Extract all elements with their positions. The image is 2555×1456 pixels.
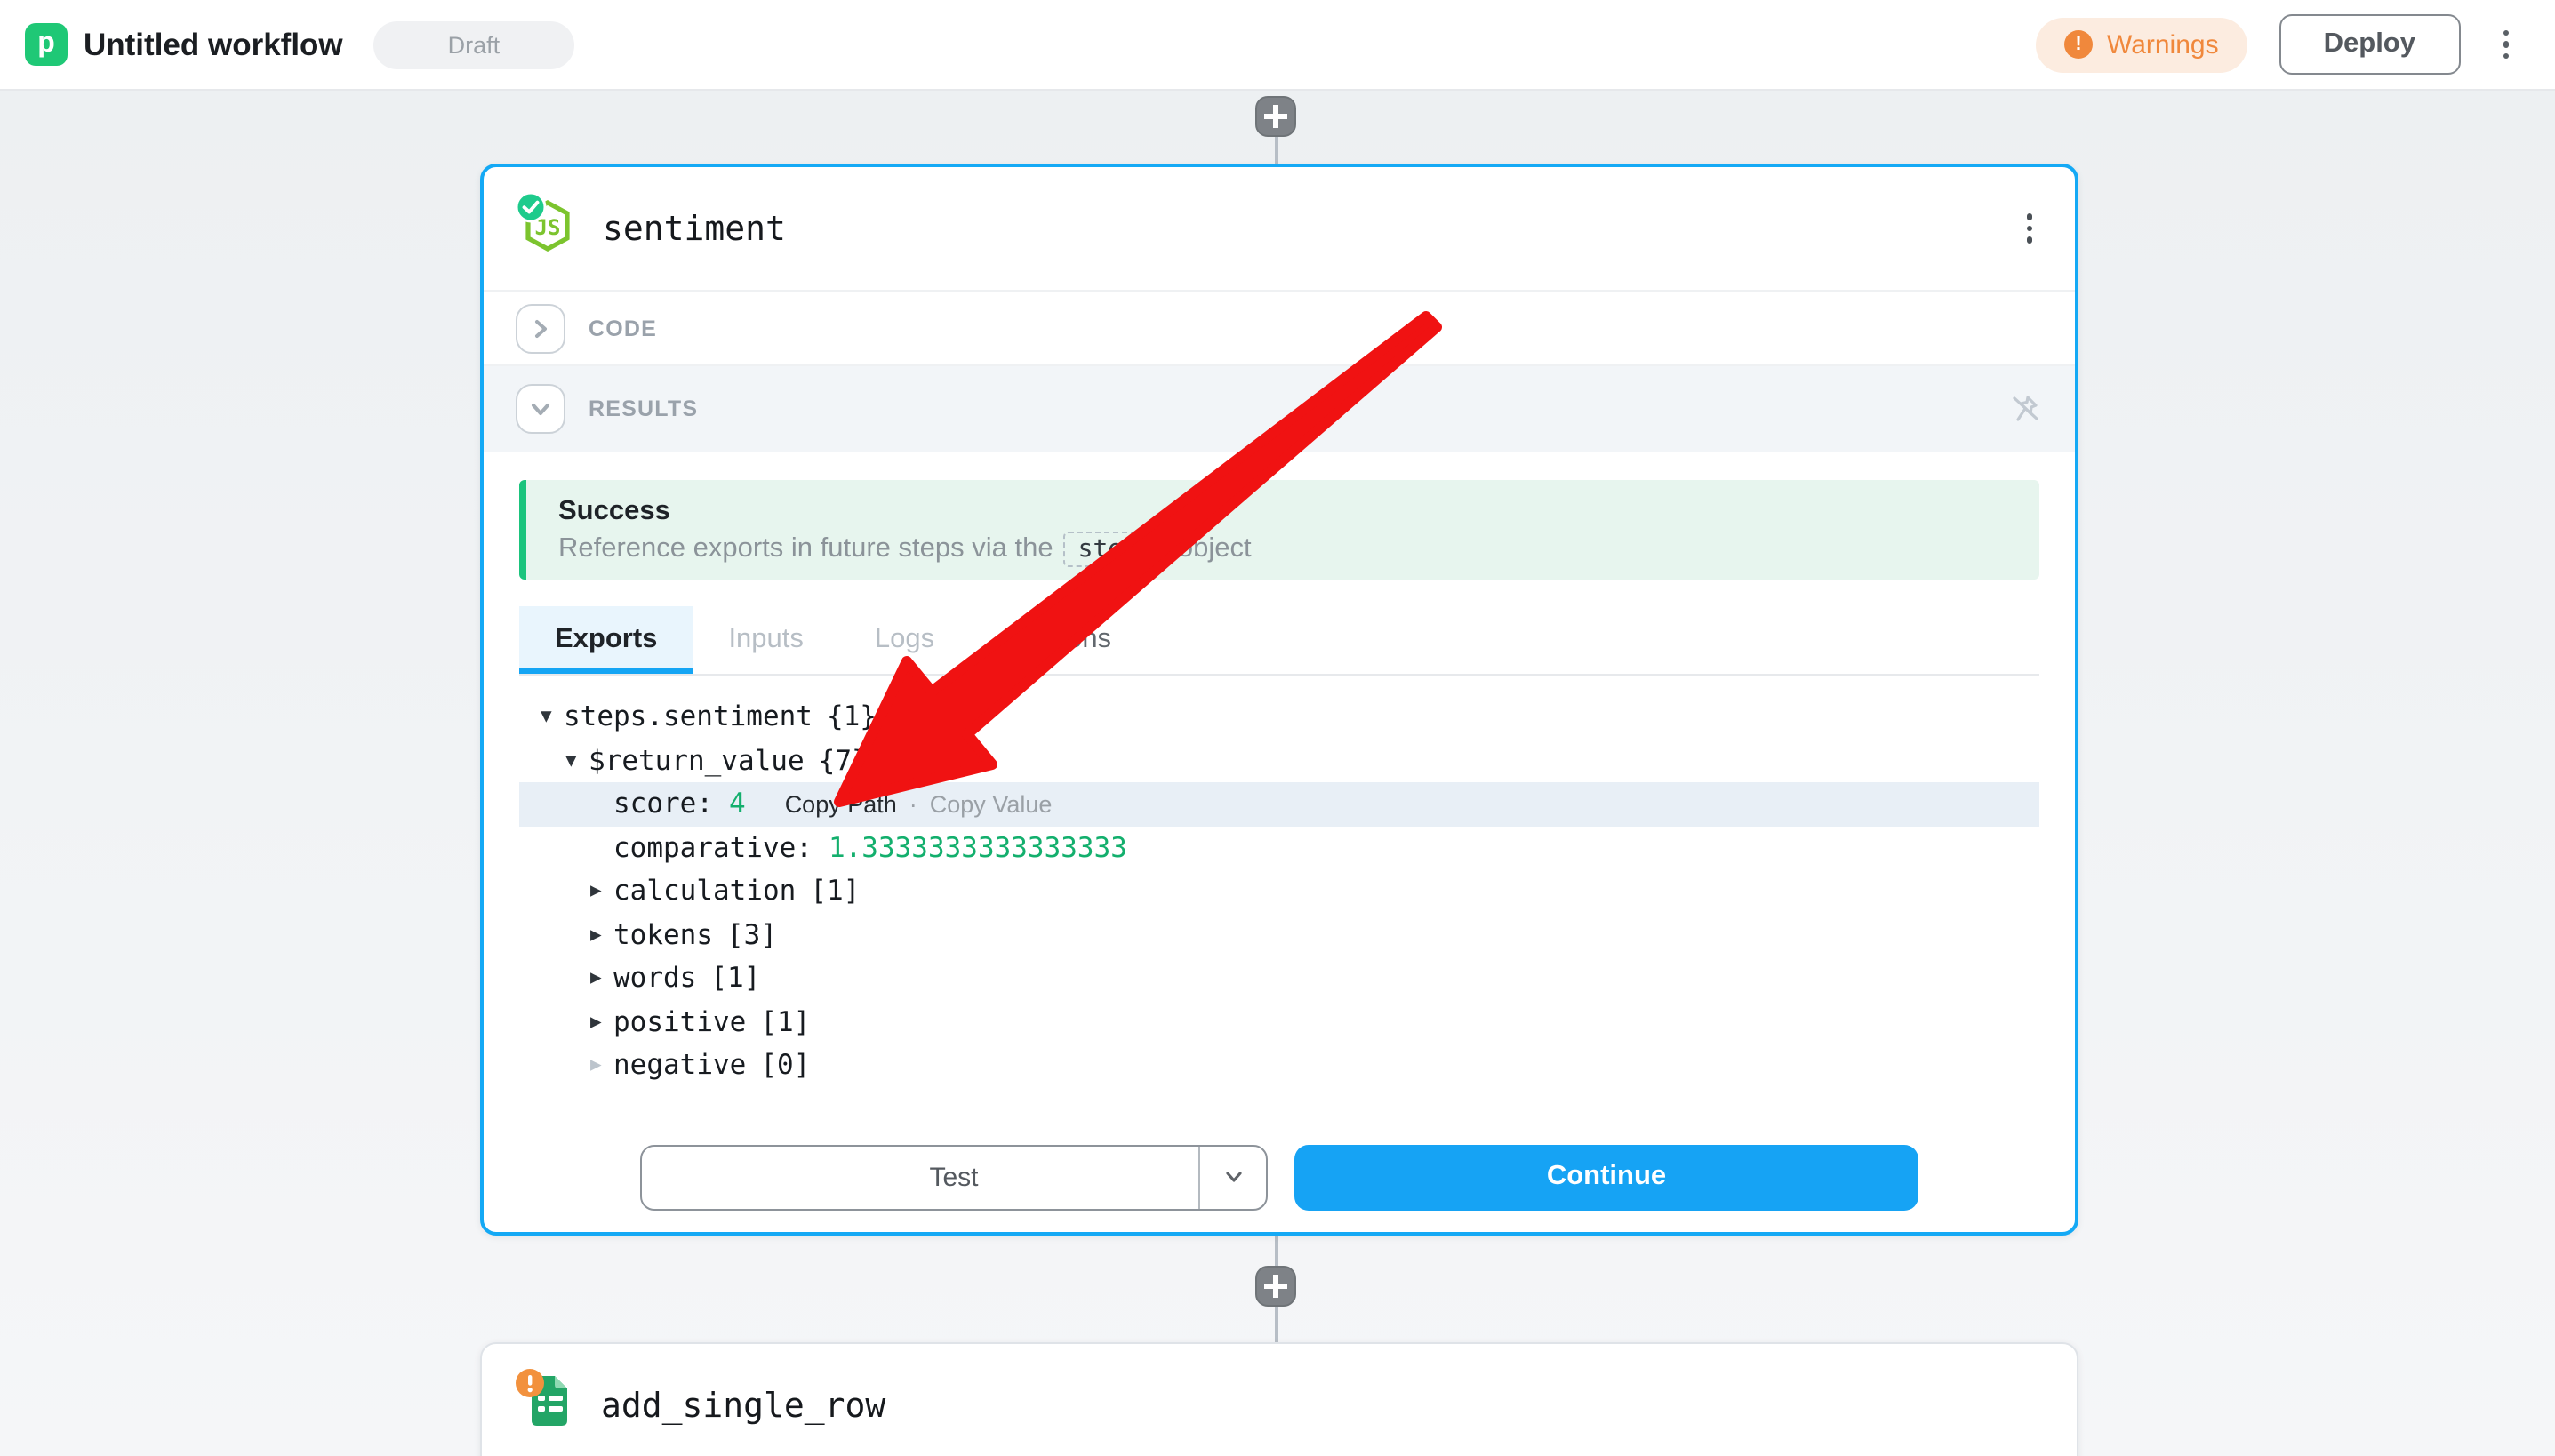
tree-row-steps.sentiment[interactable]: ▼steps.sentiment {1} — [519, 695, 2039, 739]
copy-value-button[interactable]: Copy Value — [930, 791, 1053, 818]
tree-node-label: tokens — [613, 919, 713, 951]
results-section-row[interactable]: RESULTS — [484, 364, 2075, 452]
step-header: JS sentiment — [484, 167, 2075, 290]
tree-node-count: [1] — [710, 963, 760, 995]
tree-row-calculation[interactable]: ▶calculation [1] — [519, 869, 2039, 913]
copy-path-button[interactable]: Copy Path — [785, 791, 897, 818]
tree-row-negative[interactable]: ▶negative [0] — [519, 1044, 2039, 1087]
chevron-right-icon — [530, 317, 551, 339]
results-tab-bar: ExportsInputsLogsVersions — [519, 606, 2039, 676]
deploy-button[interactable]: Deploy — [2279, 14, 2460, 75]
expander-closed-icon[interactable]: ▶ — [590, 1055, 613, 1076]
tab-versions[interactable]: Versions — [970, 606, 1147, 674]
expander-closed-icon[interactable]: ▶ — [590, 968, 613, 989]
expander-closed-icon[interactable]: ▶ — [590, 924, 613, 946]
tab-logs[interactable]: Logs — [839, 606, 970, 674]
results-collapse-button[interactable] — [516, 384, 565, 434]
app-window: p Untitled workflow Draft ! Warnings Dep… — [0, 0, 2555, 1456]
step-header: add_single_row — [482, 1344, 2077, 1456]
chevron-down-icon — [1222, 1166, 1244, 1188]
tree-row-positive[interactable]: ▶positive [1] — [519, 1000, 2039, 1044]
tree-node-count: [1] — [760, 1006, 810, 1038]
warnings-label: Warnings — [2107, 29, 2219, 60]
warning-icon: ! — [2064, 30, 2093, 59]
results-body: Success Reference exports in future step… — [484, 452, 2075, 1210]
tree-node-count: [3] — [727, 919, 777, 951]
code-section-row[interactable]: CODE — [484, 290, 2075, 364]
tree-node-count: [0] — [760, 1050, 810, 1082]
tree-row-comparative[interactable]: comparative: 1.3333333333333333 — [519, 826, 2039, 869]
pin-off-icon[interactable] — [2007, 391, 2043, 427]
tree-key: score: — [613, 788, 713, 820]
step-menu-button[interactable] — [2015, 207, 2043, 251]
actions-separator: · — [909, 791, 917, 818]
continue-button[interactable]: Continue — [1294, 1144, 1918, 1210]
step-card-sentiment[interactable]: JS sentiment CODE — [480, 164, 2078, 1236]
results-section-label: RESULTS — [589, 396, 698, 421]
code-section-label: CODE — [589, 316, 657, 340]
expander-open-icon[interactable]: ▼ — [541, 707, 564, 728]
steps-code-chip[interactable]: steps — [1064, 531, 1167, 566]
test-options-button[interactable] — [1198, 1146, 1266, 1208]
chevron-down-icon — [530, 398, 551, 420]
add-step-button-between[interactable] — [1255, 1266, 1296, 1307]
step-title: sentiment — [603, 209, 786, 248]
workflow-menu-button[interactable] — [2492, 23, 2519, 67]
tree-node-label: calculation — [613, 876, 796, 908]
tab-inputs[interactable]: Inputs — [693, 606, 838, 674]
top-bar: p Untitled workflow Draft ! Warnings Dep… — [0, 0, 2555, 91]
google-sheets-step-icon — [514, 1367, 578, 1444]
draft-status-badge: Draft — [373, 20, 575, 68]
tree-value: 1.3333333333333333 — [829, 832, 1127, 864]
step-card-add-single-row[interactable]: add_single_row — [480, 1342, 2078, 1456]
test-button[interactable]: Test — [640, 1144, 1268, 1210]
success-banner: Success Reference exports in future step… — [519, 480, 2039, 580]
tree-row-score[interactable]: score: 4 Copy Path · Copy Value — [519, 782, 2039, 826]
workflow-canvas: JS sentiment CODE — [0, 91, 2555, 1456]
tree-row-words[interactable]: ▶words [1] — [519, 956, 2039, 1000]
tree-node-count: {7} — [819, 745, 869, 777]
warnings-badge[interactable]: ! Warnings — [2036, 17, 2247, 72]
tree-node-label: positive — [613, 1006, 746, 1038]
tree-node-count: {1} — [827, 701, 877, 733]
add-step-button-top[interactable] — [1255, 96, 1296, 137]
workflow-title[interactable]: Untitled workflow — [84, 26, 343, 63]
tree-node-label: words — [613, 963, 696, 995]
expander-closed-icon[interactable]: ▶ — [590, 881, 613, 902]
success-banner-message: Reference exports in future steps via th… — [558, 532, 2039, 564]
tab-exports[interactable]: Exports — [519, 606, 693, 674]
exports-tree: ▼steps.sentiment{1}▼$return_value{7}scor… — [519, 695, 2039, 1087]
expander-closed-icon[interactable]: ▶ — [590, 1012, 613, 1033]
step-title: add_single_row — [601, 1386, 885, 1425]
tree-node-label: negative — [613, 1050, 746, 1082]
tree-row-$return_value[interactable]: ▼$return_value {7} — [519, 739, 2039, 782]
connector-line — [1275, 135, 1278, 164]
code-expand-button[interactable] — [516, 303, 565, 353]
tree-node-label: steps.sentiment — [564, 701, 813, 733]
expander-open-icon[interactable]: ▼ — [565, 750, 589, 772]
tree-node-label: $return_value — [589, 745, 805, 777]
tree-key: comparative: — [613, 832, 813, 864]
pipedream-logo-icon[interactable]: p — [25, 23, 68, 66]
row-actions: Copy Path · Copy Value — [785, 791, 1053, 818]
success-banner-title: Success — [558, 495, 2039, 527]
tree-row-tokens[interactable]: ▶tokens [3] — [519, 913, 2039, 956]
step-footer: Test Continue — [519, 1144, 2039, 1210]
nodejs-step-icon: JS — [516, 192, 580, 265]
tree-value: 4 — [729, 788, 746, 820]
tree-node-count: [1] — [810, 876, 860, 908]
